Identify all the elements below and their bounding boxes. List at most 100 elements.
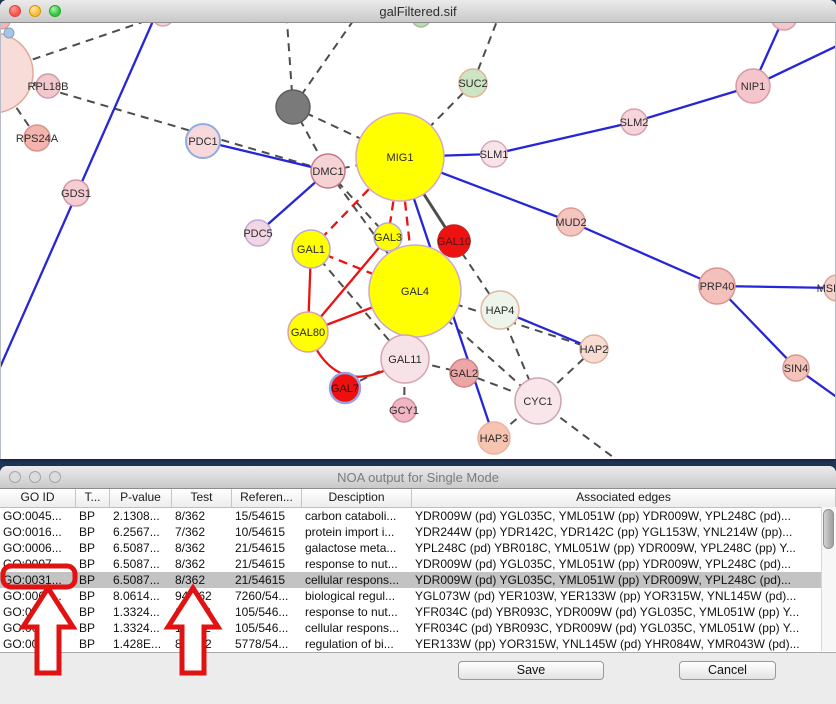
table-row[interactable]: GO:0016...BP6.2567...7/36210/54615protei… [0,524,836,540]
table-cell: YPL248C (pd) YBR018C, YML051W (pp) YDR00… [412,540,820,556]
column-header-associated-edges[interactable]: Associated edges [412,489,836,507]
node-label: GAL11 [388,354,421,366]
table-cell: YER133W (pp) YOR315W, YNL145W (pd) YHR08… [412,636,820,652]
column-header-desciption[interactable]: Desciption [302,489,412,507]
node-unlabeled-blueCorner[interactable] [4,28,14,38]
table-row[interactable]: GO:0031...BP1.3324...11/362105/546...res… [0,604,836,620]
table-cell: cellular respons... [302,620,412,636]
table-cell: response to nut... [302,556,412,572]
table-cell: 15/54615 [232,508,302,524]
column-header-go-id[interactable]: GO ID [0,489,76,507]
table-row[interactable]: GO:0007...BP6.5087...8/36221/54615respon… [0,556,836,572]
node-unlabeled-bigpink[interactable] [1,33,33,113]
node-label: RPS24A [16,133,59,145]
node-label: MSL1 [817,283,836,295]
node-label: CYC1 [523,396,552,408]
table-row[interactable]: GO:0031...BP1.3324...11/362105/546...cel… [0,620,836,636]
table-cell: cellular respons... [302,572,412,588]
table-cell: YDR244W (pp) YDR142C, YDR142C (pp) YGL15… [412,524,820,540]
node-label: DMC1 [312,166,343,178]
table-row[interactable]: GO:0045...BP2.1308...8/36215/54615carbon… [0,508,836,524]
node-label: NIP1 [741,81,765,93]
noa-window-titlebar[interactable]: NOA output for Single Mode [0,466,836,489]
close-button[interactable] [9,5,21,17]
column-header-test[interactable]: Test [172,489,232,507]
column-header-t[interactable]: T... [76,489,110,507]
table-cell: GO:0006... [0,540,76,556]
table-cell: 21/54615 [232,540,302,556]
window-controls-inactive [9,471,61,483]
table-cell: 11/362 [172,604,232,620]
node-unlabeled-cutGreen[interactable] [412,23,430,27]
table-cell: YGL073W (pd) YER103W, YER133W (pp) YOR31… [412,588,820,604]
node-label: GDS1 [61,188,91,200]
edge-PDC1-DMC1[interactable] [203,141,328,171]
table-body: GO:0045...BP2.1308...8/36215/54615carbon… [0,508,836,652]
table-row[interactable]: GO:0006...BP6.5087...8/36221/54615galact… [0,540,836,556]
cancel-button[interactable]: Cancel [679,661,776,680]
minimize-button[interactable] [29,5,41,17]
node-label: SLM2 [620,117,649,129]
save-button[interactable]: Save [458,661,604,680]
table-cell: BP [76,540,110,556]
vertical-scrollbar[interactable] [821,507,836,651]
node-label: GAL4 [401,286,429,298]
zoom-button[interactable] [49,5,61,17]
node-label: GCY1 [389,405,419,417]
desktop: { "graph_window": { "title": "galFiltere… [0,0,836,704]
table-cell: 5778/54... [232,636,302,652]
table-cell: galactose meta... [302,540,412,556]
zoom-button[interactable] [49,471,61,483]
node-unlabeled-cutTL[interactable] [152,23,174,26]
table-cell: 105/546... [232,620,302,636]
table-cell: 11/362 [172,620,232,636]
table-cell: BP [76,508,110,524]
table-cell: regulation of bi... [302,636,412,652]
table-cell: 8/362 [172,508,232,524]
close-button[interactable] [9,471,21,483]
node-unlabeled-grayNode[interactable] [276,90,310,124]
network-canvas[interactable]: RPL18BRPS24AGDS1PDC1DMC1MIG1SUC2SLM1SLM2… [0,23,836,459]
node-label: PDC5 [243,228,272,240]
table-row[interactable]: GO:0050...BP1.428E...80/3625778/54...reg… [0,636,836,652]
node-label: GAL1 [297,244,325,256]
table-cell: 21/54615 [232,572,302,588]
column-header-p-value[interactable]: P-value [110,489,172,507]
table-cell: 1.3324... [110,620,172,636]
table-header-row: GO IDT...P-valueTestReferen...Desciption… [0,489,836,508]
node-label: GAL7 [331,383,359,395]
node-unlabeled-cutTR[interactable] [771,23,797,30]
table-cell: 7260/54... [232,588,302,604]
table-row[interactable]: GO:0031...BP6.5087...8/36221/54615cellul… [0,572,836,588]
table-cell: 6.5087... [110,556,172,572]
node-label: HAP2 [580,344,609,356]
column-header-referen[interactable]: Referen... [232,489,302,507]
minimize-button[interactable] [29,471,41,483]
table-cell: 8/362 [172,572,232,588]
table-cell: BP [76,620,110,636]
scrollbar-thumb[interactable] [823,509,834,549]
node-label: SIN4 [784,363,808,375]
table-row[interactable]: GO:0065...BP8.0614...94/3627260/54...bio… [0,588,836,604]
edge-MUD2-PRP40[interactable] [571,222,717,286]
network-graph: RPL18BRPS24AGDS1PDC1DMC1MIG1SUC2SLM1SLM2… [1,23,836,459]
table-cell: BP [76,556,110,572]
edge-SLM1-SLM2[interactable] [494,122,634,154]
node-label: SLM1 [480,149,509,161]
edge-SLM2-NIP1[interactable] [634,86,753,122]
table-cell: GO:0016... [0,524,76,540]
node-label: PDC1 [188,136,217,148]
results-table: GO IDT...P-valueTestReferen...Desciption… [0,489,836,653]
table-cell: protein import i... [302,524,412,540]
table-cell: 6.2567... [110,524,172,540]
table-cell: 7/362 [172,524,232,540]
table-cell: YFR034C (pd) YBR093C, YDR009W (pd) YGL03… [412,604,820,620]
node-label: MIG1 [387,152,414,164]
graph-window-titlebar[interactable]: galFiltered.sif [0,0,836,23]
node-label: GAL10 [437,236,471,248]
table-cell: GO:0031... [0,620,76,636]
table-cell: 8/362 [172,540,232,556]
table-cell: GO:0007... [0,556,76,572]
noa-output-window: NOA output for Single Mode GO IDT...P-va… [0,466,836,704]
node-label: MUD2 [555,217,586,229]
